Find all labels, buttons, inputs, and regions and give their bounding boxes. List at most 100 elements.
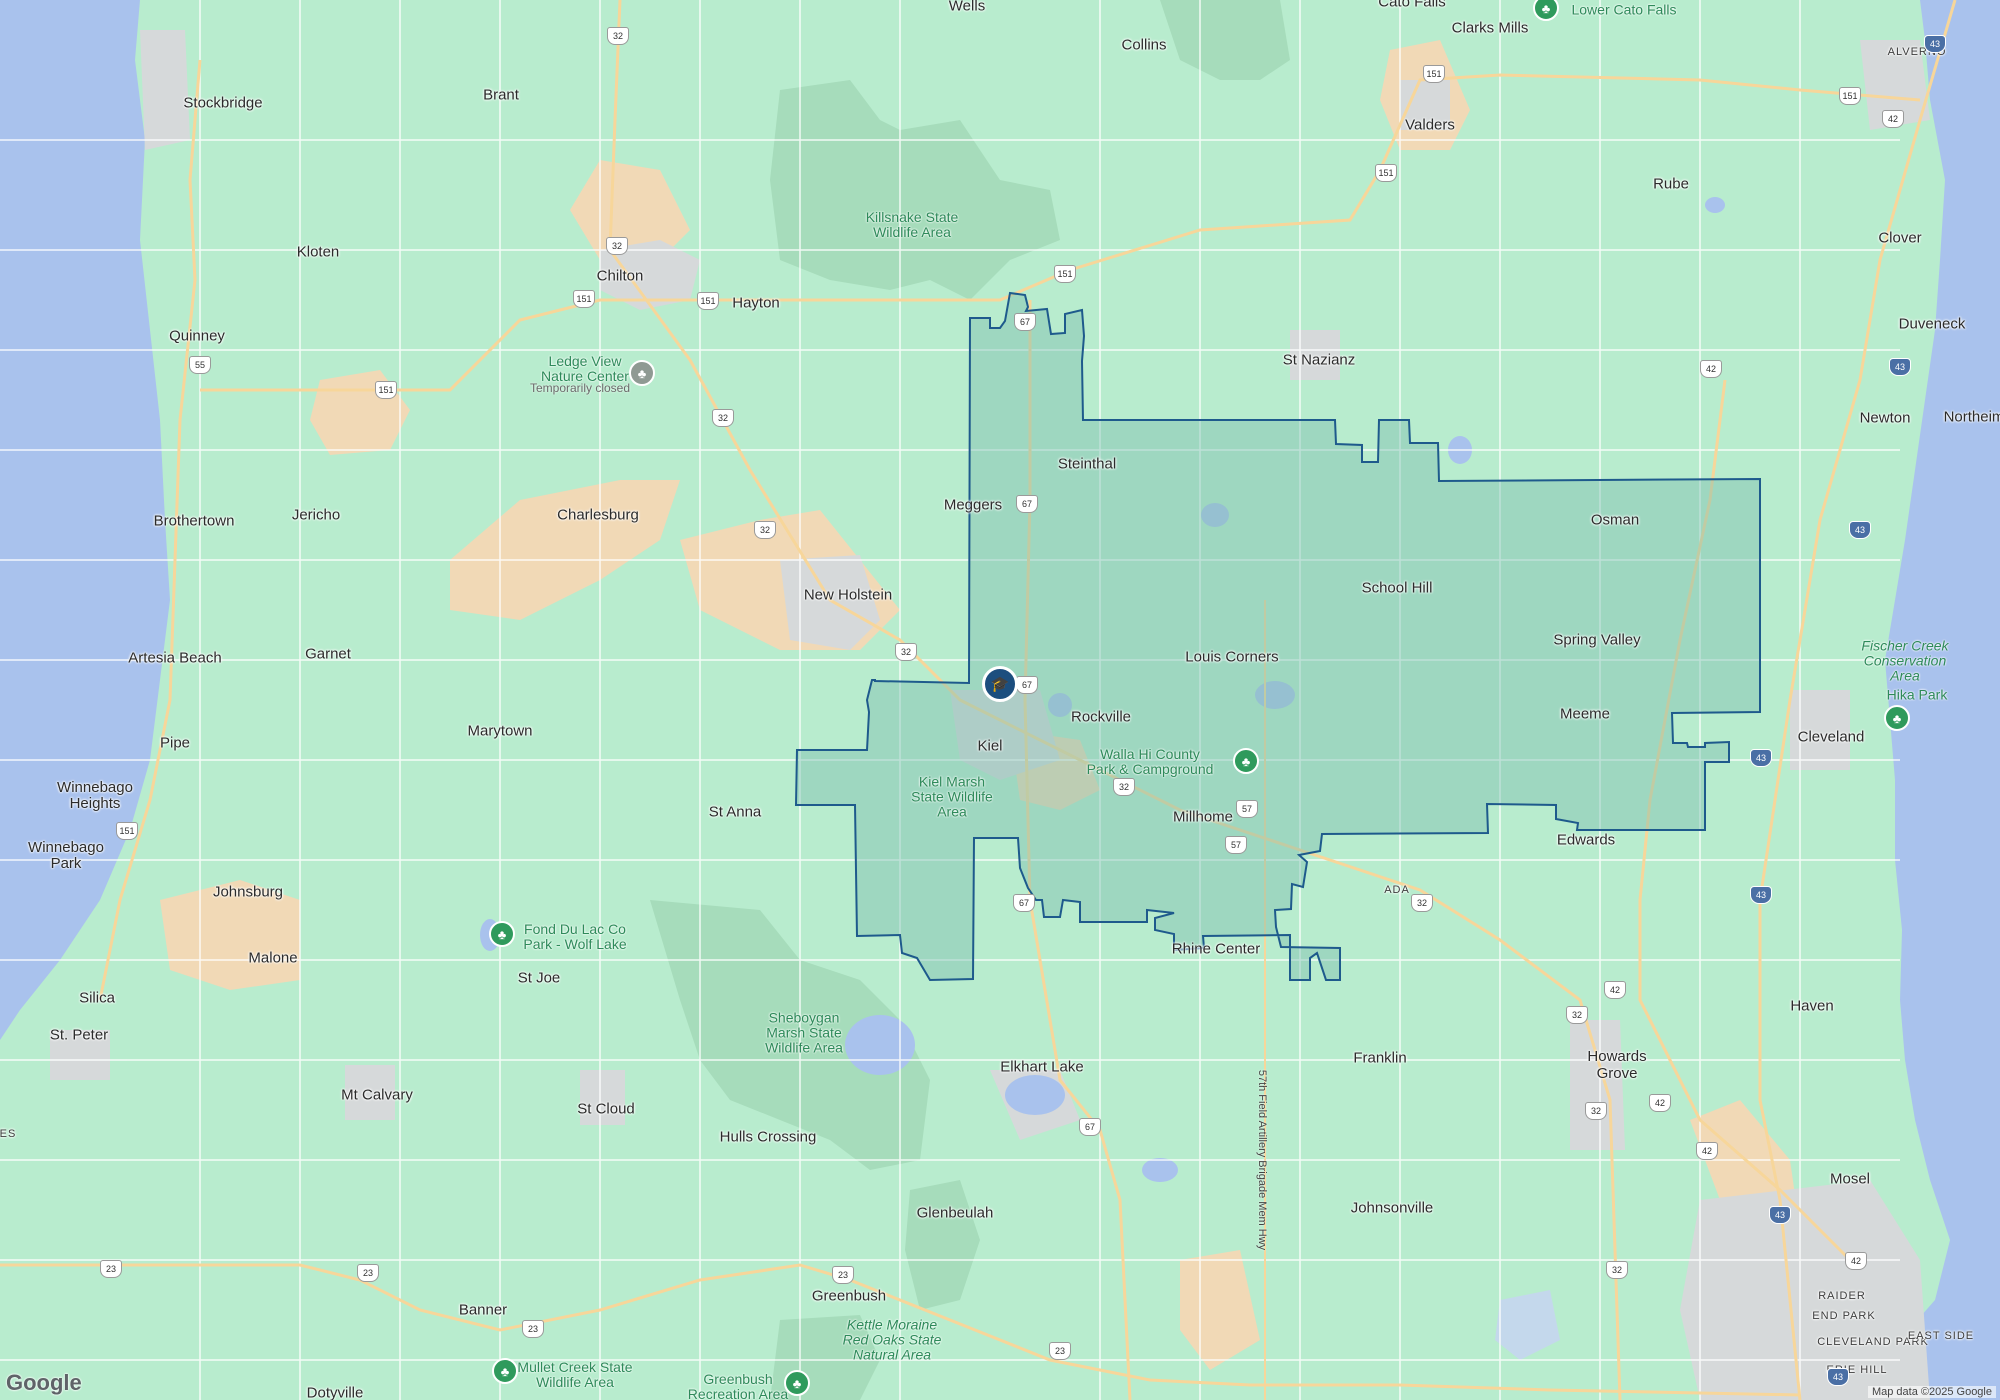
tree-icon[interactable]: ♣: [784, 1370, 810, 1396]
route-shield: 42: [1882, 110, 1904, 128]
route-shield: 151: [1375, 164, 1397, 182]
place-label: Hayton: [732, 294, 780, 312]
route-shield: 23: [832, 1266, 854, 1284]
park-label[interactable]: Fischer Creek Conservation Area: [1861, 638, 1948, 684]
killsnake-forest: [770, 80, 1060, 300]
route-shield: 151: [573, 290, 595, 308]
collins-forest: [1160, 0, 1290, 80]
place-label: Greenbush: [811, 1287, 887, 1305]
place-label: Duveneck: [1898, 315, 1966, 333]
park-label[interactable]: Hika Park: [1887, 687, 1948, 703]
route-shield: 32: [1585, 1102, 1607, 1120]
place-label: Glenbeulah: [916, 1204, 994, 1222]
route-shield: 23: [100, 1260, 122, 1278]
tree-icon[interactable]: ♣: [1884, 705, 1910, 731]
place-label: Jericho: [291, 506, 341, 524]
closed-note: Temporarily closed: [529, 381, 631, 395]
place-label: Haven: [1790, 997, 1834, 1015]
place-label: Artesia Beach: [128, 649, 222, 667]
neighborhood-label: END PARK: [1812, 1310, 1876, 1322]
park-label[interactable]: Ledge View Nature Center: [541, 354, 629, 384]
tree-icon[interactable]: ♣: [492, 1358, 518, 1384]
neighborhood-label: RAIDER: [1818, 1290, 1866, 1302]
route-shield: 42: [1696, 1142, 1718, 1160]
route-shield: 151: [1423, 65, 1445, 83]
route-shield: 151: [375, 381, 397, 399]
park-label[interactable]: Kiel Marsh State Wildlife Area: [911, 774, 993, 820]
google-logo: Google: [6, 1370, 82, 1395]
park-label[interactable]: Fond Du Lac Co Park - Wolf Lake: [523, 922, 626, 952]
place-label: Johnsburg: [212, 883, 284, 901]
route-shield: 32: [607, 27, 629, 45]
place-label: Charlesburg: [557, 506, 639, 524]
route-shield: 32: [606, 237, 628, 255]
place-label: New Holstein: [803, 586, 893, 604]
place-label: Clarks Mills: [1451, 19, 1529, 37]
road-label: 57th Field Artillery Brigade Mem Hwy: [1256, 1069, 1268, 1251]
park-label[interactable]: Walla Hi County Park & Campground: [1087, 747, 1214, 777]
place-label: Valders: [1405, 116, 1455, 134]
tree-icon[interactable]: ♣: [1233, 748, 1259, 774]
place-label: Chilton: [596, 267, 644, 285]
farm-charlesburg: [450, 480, 680, 620]
lake-rube: [1705, 197, 1725, 213]
place-label: Brothertown: [153, 512, 235, 530]
place-label: Rube: [1653, 175, 1689, 193]
lake-sheboygan-marsh: [845, 1015, 915, 1075]
route-shield: 43: [1827, 1368, 1849, 1386]
place-label: Edwards: [1556, 831, 1616, 849]
graduation-cap-icon[interactable]: 🎓: [982, 666, 1018, 702]
place-label: Silica: [79, 989, 115, 1007]
park-label[interactable]: Sheboygan Marsh State Wildlife Area: [765, 1010, 843, 1056]
place-label: Kloten: [296, 243, 340, 261]
park-label[interactable]: Mullet Creek State Wildlife Area: [517, 1360, 632, 1390]
route-shield: 43: [1750, 886, 1772, 904]
urban-howards-grove: [1570, 1020, 1625, 1150]
route-shield: 67: [1013, 894, 1035, 912]
place-label: Howards Grove: [1587, 1048, 1647, 1082]
map-canvas[interactable]: Wells Cato Falls Clarks Mills Collins St…: [0, 0, 2000, 1400]
route-shield: 57: [1236, 800, 1258, 818]
urban-stockbridge: [140, 30, 190, 150]
place-label: Clover: [1878, 229, 1922, 247]
place-label: St Cloud: [577, 1100, 635, 1118]
place-label: Winnebago Heights: [57, 779, 133, 812]
lake-elkhart: [1005, 1075, 1065, 1115]
place-label: Quinney: [169, 327, 225, 345]
place-label: Stockbridge: [183, 94, 263, 112]
place-label: Marytown: [467, 722, 533, 740]
place-label: St Joe: [517, 969, 561, 987]
neighborhood-label: EAST SIDE: [1907, 1330, 1975, 1342]
tree-icon[interactable]: ♣: [629, 360, 655, 386]
route-shield: 151: [697, 292, 719, 310]
place-label: Wells: [948, 0, 986, 15]
place-label: Malone: [248, 949, 298, 967]
place-label: Banner: [458, 1301, 508, 1319]
place-label: Spring Valley: [1553, 631, 1641, 649]
park-label[interactable]: Lower Cato Falls: [1571, 2, 1676, 18]
route-shield: 32: [1566, 1006, 1588, 1024]
route-shield: 55: [189, 356, 211, 374]
park-label[interactable]: Greenbush Recreation Area: [688, 1372, 788, 1400]
route-shield: 23: [357, 1264, 379, 1282]
place-label: Cato Falls: [1378, 0, 1446, 11]
route-shield: 42: [1845, 1252, 1867, 1270]
place-label: Meggers: [943, 496, 1003, 514]
park-label[interactable]: Killsnake State Wildlife Area: [866, 210, 959, 240]
route-shield: 151: [1054, 265, 1076, 283]
place-label: Newton: [1859, 409, 1911, 427]
route-shield: 43: [1889, 358, 1911, 376]
route-shield: 42: [1649, 1094, 1671, 1112]
route-shield: 43: [1769, 1206, 1791, 1224]
place-label: Louis Corners: [1185, 648, 1279, 666]
route-shield: 23: [522, 1320, 544, 1338]
tree-icon[interactable]: ♣: [489, 921, 515, 947]
route-shield: 42: [1700, 360, 1722, 378]
farm-south: [1180, 1250, 1260, 1370]
park-label[interactable]: Kettle Moraine Red Oaks State Natural Ar…: [843, 1317, 942, 1363]
route-shield: 67: [1016, 676, 1038, 694]
place-label: Dotyville: [306, 1384, 364, 1400]
place-label: Osman: [1590, 511, 1640, 529]
place-label: St. Peter: [49, 1026, 109, 1044]
neighborhood-label: ES: [0, 1128, 17, 1140]
